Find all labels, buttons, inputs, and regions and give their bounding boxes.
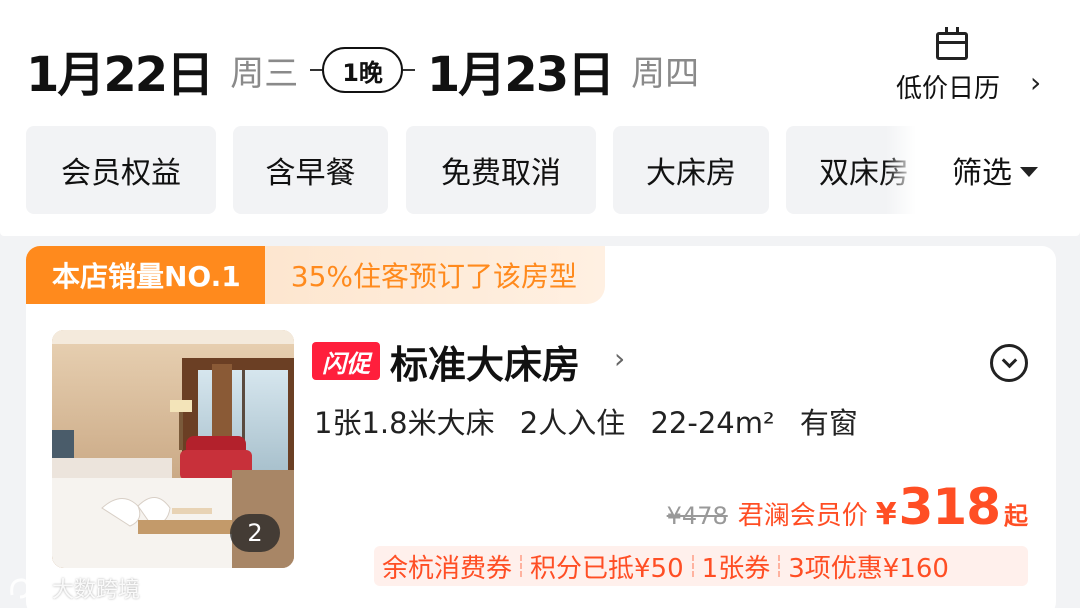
low-price-calendar-button[interactable]: 低价日历 › (892, 27, 1052, 108)
caret-down-icon (1020, 167, 1038, 177)
checkin-date[interactable]: 1月22日 (26, 35, 214, 105)
sales-rank-banner: 本店销量NO.1 35%住客预订了该房型 (26, 246, 605, 304)
filter-label: 筛选 (952, 156, 1012, 191)
rank-label: 本店销量NO.1 (26, 246, 265, 304)
chevron-right-icon: › (1030, 66, 1042, 99)
filter-chip-free-cancel[interactable]: 免费取消 (406, 126, 596, 214)
rank-description: 35%住客预订了该房型 (264, 246, 605, 304)
bed-info: 1张1.8米大床 (314, 406, 495, 440)
promo-tag: 3项优惠¥160 (788, 553, 949, 584)
watermark-text: 大数跨境 (52, 578, 141, 603)
area-info: 22-24m² (650, 406, 775, 440)
currency-symbol: ¥ (875, 497, 897, 532)
calendar-icon (936, 27, 968, 60)
divider (520, 555, 523, 577)
checkout-weekday: 周四 (631, 53, 700, 94)
watermark: 大数跨境 (8, 572, 140, 604)
filter-chip-breakfast[interactable]: 含早餐 (233, 126, 388, 214)
expand-chevron-down-icon[interactable] (990, 344, 1028, 382)
price-suffix: 起 (1004, 502, 1028, 530)
divider (310, 69, 323, 71)
current-price: 318 (898, 478, 1001, 536)
scroll-fade (886, 126, 916, 214)
calendar-label: 低价日历 (896, 74, 1001, 104)
nights-indicator: 1晚 (310, 47, 415, 93)
checkout-date[interactable]: 1月23日 (427, 35, 615, 105)
watermark-logo-icon (10, 578, 44, 599)
member-price-label: 君澜会员价 (737, 501, 868, 531)
checkin-weekday: 周三 (230, 53, 299, 94)
filter-chip-bar: 会员权益 含早餐 免费取消 大床房 双床房 (26, 126, 916, 214)
room-name[interactable]: 标准大床房 (390, 334, 580, 389)
divider (402, 69, 415, 71)
nights-badge: 1晚 (322, 47, 403, 93)
room-card[interactable]: 本店销量NO.1 35%住客预订了该房型 2 闪促 标准大床房 › 1张1.8米… (26, 246, 1056, 608)
filter-chip-king-bed[interactable]: 大床房 (613, 126, 769, 214)
chevron-right-icon: › (614, 342, 626, 375)
room-photo[interactable]: 2 (52, 330, 294, 568)
promotion-tags[interactable]: 余杭消费券 积分已抵¥50 1张券 3项优惠¥160 (374, 546, 1028, 586)
promo-tag: 1张券 (701, 553, 771, 584)
divider (778, 555, 781, 577)
window-info: 有窗 (799, 406, 858, 440)
room-details: 1张1.8米大床 2人入住 22-24m² 有窗 (314, 400, 874, 442)
filter-chip-member-benefits[interactable]: 会员权益 (26, 126, 216, 214)
promo-tag: 余杭消费券 (382, 553, 513, 584)
booking-header: 1月22日 周三 1晚 1月23日 周四 低价日历 › 会员权益 含早餐 免费取… (0, 0, 1080, 236)
promo-tag: 积分已抵¥50 (530, 553, 684, 584)
price-row: ¥478 君澜会员价 ¥ 318 起 (667, 478, 1028, 536)
original-price: ¥478 (666, 502, 728, 530)
occupancy-info: 2人入住 (519, 406, 626, 440)
photo-count-badge: 2 (230, 514, 280, 552)
filter-button[interactable]: 筛选 (952, 148, 1038, 192)
divider (691, 555, 694, 577)
flash-sale-badge: 闪促 (312, 342, 380, 380)
